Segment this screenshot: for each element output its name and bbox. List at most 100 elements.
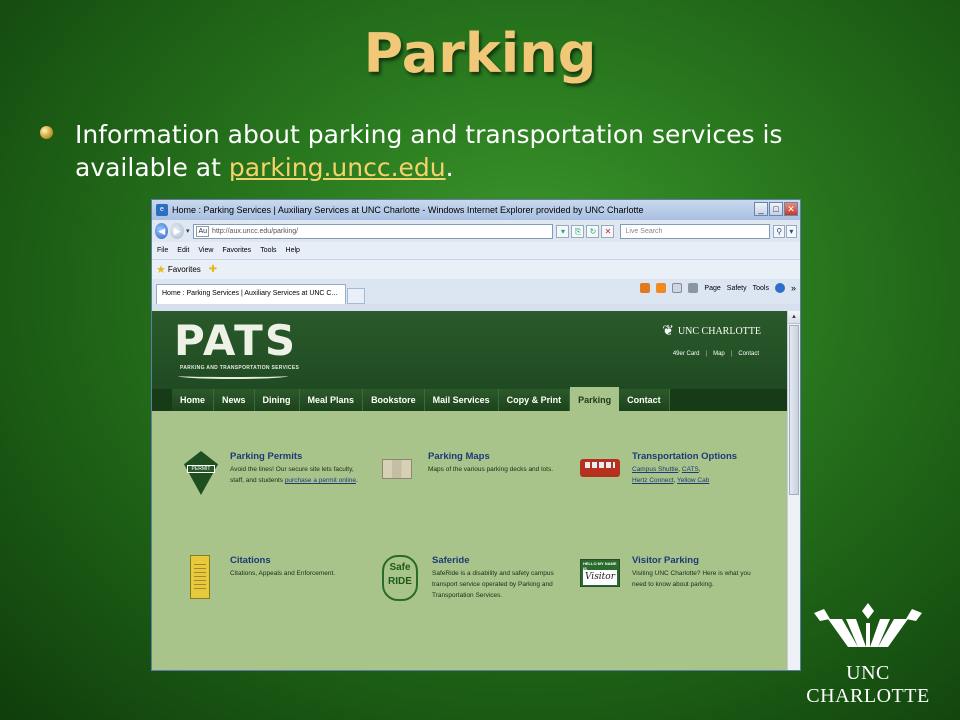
service-title[interactable]: Transportation Options [632,451,782,462]
web-page: PATS PARKING AND TRANSPORTATION SERVICES… [152,311,789,670]
nav-copy-print[interactable]: Copy & Print [498,389,571,411]
nav-mail-services[interactable]: Mail Services [424,389,499,411]
service-title[interactable]: Parking Maps [428,451,558,462]
service-parking-permits: PERMIT Parking Permits Avoid the lines! … [184,451,360,495]
print-icon[interactable] [688,283,699,293]
home-icon[interactable] [640,283,651,293]
map-icon[interactable] [382,451,418,495]
nav-bookstore[interactable]: Bookstore [363,389,425,411]
header-link-map[interactable]: Map [713,351,725,357]
safety-menu[interactable]: Safety [727,285,747,292]
service-desc: SafeRide is a disability and safety camp… [432,570,554,599]
service-title[interactable]: Parking Permits [230,451,360,462]
add-favorite-icon[interactable]: ✚ [209,264,217,275]
bullet-text-end: . [445,153,454,182]
pats-logo[interactable]: PATS [174,319,297,363]
menu-edit[interactable]: Edit [177,247,189,254]
service-visitor-parking: HELLO MY NAME IS Visitor Visitor Parking… [580,555,762,599]
header-link-contact[interactable]: Contact [738,351,759,357]
favorites-button[interactable]: Favorites [168,265,201,274]
page-menu[interactable]: Page [704,285,720,292]
permit-icon-label: PERMIT [187,465,215,473]
nav-contact[interactable]: Contact [619,389,670,411]
bus-icon[interactable] [580,451,622,495]
header-link-49er-card[interactable]: 49er Card [673,351,700,357]
nav-home[interactable]: Home [172,389,215,411]
scroll-up-icon[interactable]: ▲ [788,311,800,324]
tools-menu[interactable]: Tools [753,285,769,292]
service-desc: Visiting UNC Charlotte? Here is what you… [632,570,751,588]
scroll-thumb[interactable] [789,325,799,495]
favorites-star-icon[interactable]: ★ [156,263,166,276]
service-desc-end: . [356,477,358,484]
bullet-item: Information about parking and transporta… [40,118,840,184]
close-button[interactable]: ✕ [784,202,798,216]
menu-view[interactable]: View [198,247,213,254]
saferide-icon[interactable]: Safe RIDE [382,555,422,601]
hertz-connect-link[interactable]: Hertz Connect [632,477,674,484]
service-saferide: Safe RIDE Saferide SafeRide is a disabil… [382,555,562,601]
parking-link[interactable]: parking.uncc.edu [229,153,446,182]
pats-swoosh-icon [178,373,288,379]
service-title[interactable]: Visitor Parking [632,555,762,566]
compatibility-icon[interactable]: ⎘ [571,224,585,238]
minimize-button[interactable]: _ [754,202,768,216]
favorites-bar: ★ Favorites ✚ [152,259,800,279]
citation-icon[interactable] [184,555,220,599]
url-input[interactable]: Au http://aux.uncc.edu/parking/ [193,223,554,239]
nav-parking[interactable]: Parking [570,387,620,411]
search-input[interactable]: Live Search [620,223,771,239]
forward-button[interactable]: ▶ [170,223,184,239]
menu-tools[interactable]: Tools [260,247,276,254]
menu-favorites[interactable]: Favorites [222,247,251,254]
tab-active[interactable]: Home : Parking Services | Auxiliary Serv… [156,284,346,304]
service-parking-maps: Parking Maps Maps of the various parking… [382,451,558,495]
chevron-icon[interactable]: » [791,283,796,293]
url-text: http://aux.uncc.edu/parking/ [212,227,299,235]
browser-window: e Home : Parking Services | Auxiliary Se… [151,199,801,671]
unc-brand[interactable]: ❦ UNC CHARLOTTE [662,323,761,340]
permit-icon[interactable]: PERMIT [184,451,220,495]
search-icon[interactable]: ⚲ [773,224,785,238]
mail-icon[interactable] [672,283,683,293]
divider: | [730,351,733,357]
unc-crown-icon [814,603,922,647]
bullet-text: Information about parking and transporta… [75,118,840,184]
pats-logo-subtitle: PARKING AND TRANSPORTATION SERVICES [180,365,300,371]
back-button[interactable]: ◀ [155,223,169,239]
window-controls: _ □ ✕ [754,202,798,216]
service-citations: Citations Citations, Appeals and Enforce… [184,555,360,599]
maximize-button[interactable]: □ [769,202,783,216]
window-titlebar: e Home : Parking Services | Auxiliary Se… [152,200,800,220]
favicon: Au [196,225,210,237]
window-title: Home : Parking Services | Auxiliary Serv… [172,205,644,215]
feeds-icon[interactable] [656,283,667,293]
stop-icon[interactable]: ✕ [601,224,615,238]
header-links: 49er Card | Map | Contact [673,351,759,357]
nav-dining[interactable]: Dining [254,389,300,411]
ie-icon: e [156,204,168,216]
visitor-badge-icon[interactable]: HELLO MY NAME IS Visitor [580,555,622,599]
service-title[interactable]: Saferide [432,555,562,566]
campus-shuttle-link[interactable]: Campus Shuttle [632,466,678,473]
nav-news[interactable]: News [214,389,255,411]
site-nav: Home News Dining Meal Plans Bookstore Ma… [152,387,789,411]
history-dropdown-icon[interactable]: ▾ [186,227,190,235]
service-title[interactable]: Citations [230,555,360,566]
search-options-icon[interactable]: ▾ [785,224,798,238]
saferide-icon-text: Safe RIDE [382,555,418,601]
refresh-icon[interactable]: ↻ [586,224,600,238]
new-tab-button[interactable] [347,288,365,304]
site-header: PATS PARKING AND TRANSPORTATION SERVICES… [152,311,789,411]
cats-link[interactable]: CATS [682,466,699,473]
purchase-permit-link[interactable]: purchase a permit online [285,477,356,484]
menu-help[interactable]: Help [286,247,300,254]
url-dropdown-icon[interactable]: ▾ [556,224,570,238]
nav-meal-plans[interactable]: Meal Plans [299,389,364,411]
service-desc: Citations, Appeals and Enforcement. [230,570,336,577]
help-icon[interactable] [774,283,785,293]
menu-file[interactable]: File [157,247,168,254]
yellow-cab-link[interactable]: Yellow Cab [677,477,709,484]
visitor-badge-text: Visitor [583,570,617,585]
bullet-icon [40,126,53,139]
